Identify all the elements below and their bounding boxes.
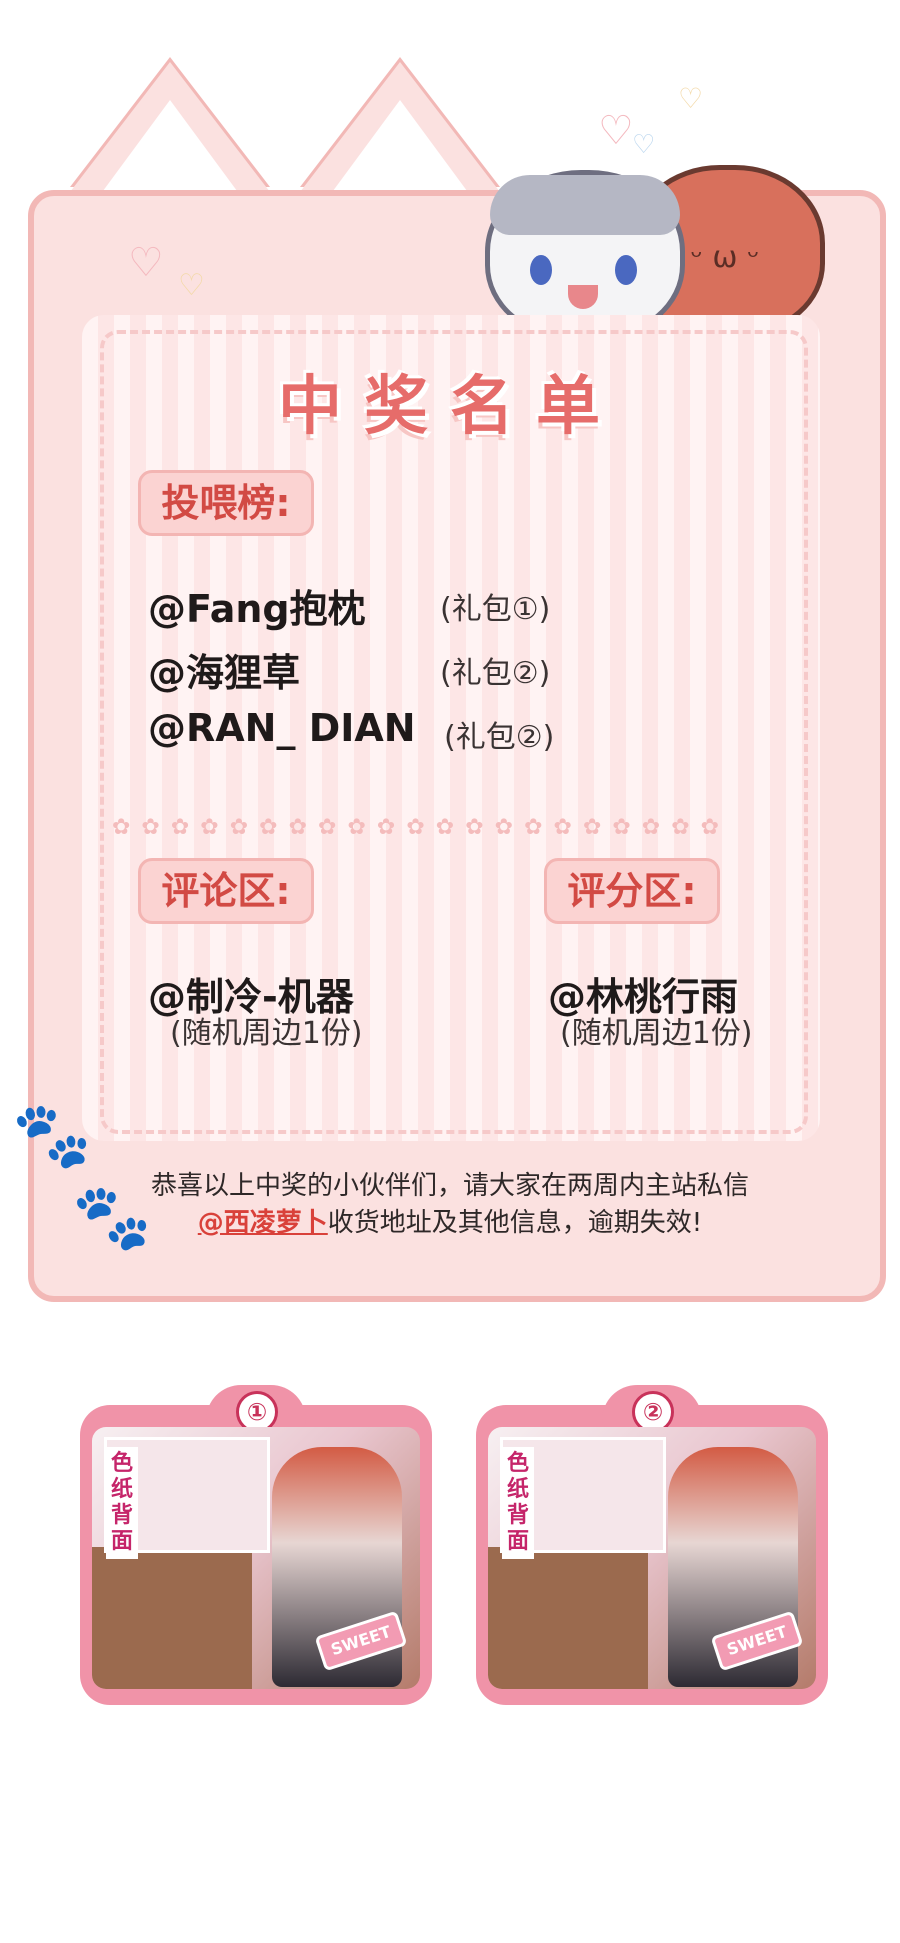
- wood-coaster: [488, 1547, 648, 1689]
- paw-divider: ✿✿✿✿✿✿✿✿✿✿✿✿✿✿✿✿✿✿✿✿✿: [112, 815, 731, 840]
- instruction-rest: 收货地址及其他信息，逾期失效!: [327, 1208, 703, 1238]
- side-label: 色纸背面: [502, 1447, 534, 1559]
- cat-eye-right: [615, 255, 637, 285]
- feeding-winner-1: @Fang抱枕: [148, 587, 366, 631]
- feeding-gift-1: (礼包①): [440, 592, 551, 627]
- cat-mouth: [568, 285, 598, 309]
- heart-icon: ♡: [678, 82, 704, 115]
- comments-tag: 评论区:: [138, 858, 314, 924]
- wood-coaster: [92, 1547, 252, 1689]
- account-mention-link[interactable]: @西凌萝卜: [198, 1208, 328, 1238]
- side-label: 色纸背面: [106, 1447, 138, 1559]
- rating-prize: (随机周边1份): [560, 1016, 753, 1051]
- feeding-winner-2: @海狸草: [148, 651, 301, 695]
- comments-prize: (随机周边1份): [170, 1016, 363, 1051]
- heart-icon: ♡: [128, 240, 164, 286]
- gift-photo: 色纸背面 SWEET: [92, 1427, 420, 1689]
- gift-pack-card-1: ① 色纸背面 SWEET: [80, 1385, 432, 1705]
- heart-icon: ♡: [598, 108, 634, 154]
- paw-icon: 🐾: [12, 1099, 92, 1173]
- feeding-winner-3: @RAN_ DIAN: [148, 706, 416, 750]
- feeding-tag: 投喂榜:: [138, 470, 314, 536]
- cat-ear-left-inner: [100, 100, 240, 195]
- rating-tag: 评分区:: [544, 858, 720, 924]
- cat-ear-right-inner: [330, 100, 470, 195]
- heart-icon: ♡: [178, 268, 205, 303]
- instruction-text: @西凌萝卜收货地址及其他信息，逾期失效!: [60, 1202, 840, 1239]
- cat-face-red: ᵕ ω ᵕ: [690, 240, 760, 275]
- heart-icon: ♡: [632, 130, 656, 160]
- feeding-gift-3: (礼包②): [444, 720, 555, 755]
- cat-eye-left: [530, 255, 552, 285]
- gift-pack-card-2: ② 色纸背面 SWEET: [476, 1385, 828, 1705]
- congrats-text: 恭喜以上中奖的小伙伴们，请大家在两周内主站私信: [150, 1171, 749, 1201]
- feeding-gift-2: (礼包②): [440, 656, 551, 691]
- page-title: 中奖名单: [278, 370, 622, 444]
- gift-photo: 色纸背面 SWEET: [488, 1427, 816, 1689]
- cat-patch-gray: [490, 175, 680, 235]
